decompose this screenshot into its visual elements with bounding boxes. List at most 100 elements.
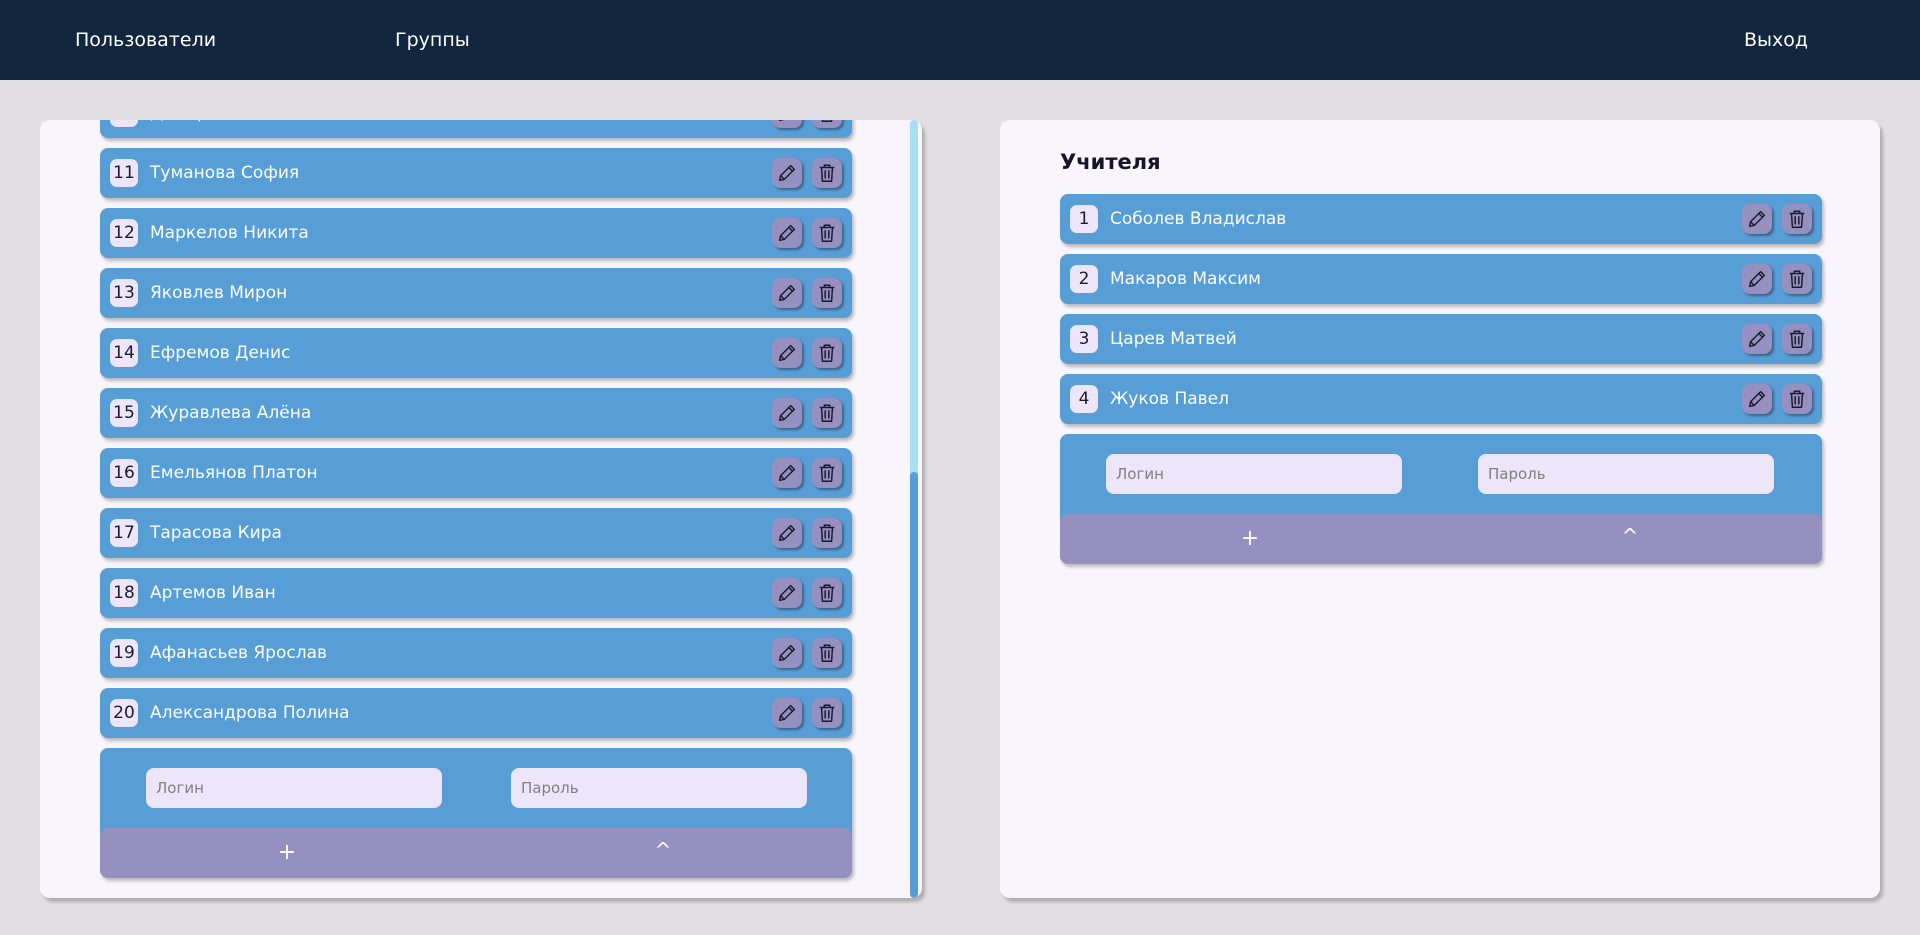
nav-groups-link[interactable]: Группы — [395, 0, 470, 80]
item-name: Журавлева Алёна — [150, 403, 312, 423]
pencil-icon — [776, 222, 798, 244]
edit-button[interactable] — [1742, 384, 1772, 414]
list-item: 14 Ефремов Денис — [100, 328, 852, 378]
collapse-button[interactable]: ^ — [1610, 514, 1650, 564]
logout-link[interactable]: Выход — [1744, 0, 1808, 80]
list-item: 12 Маркелов Никита — [100, 208, 852, 258]
pencil-icon — [776, 402, 798, 424]
edit-button[interactable] — [772, 638, 802, 668]
list-item: 11 Туманова София — [100, 148, 852, 198]
item-name: Жуков Павел — [1110, 389, 1230, 409]
add-button[interactable]: + — [267, 828, 307, 878]
pencil-icon — [776, 162, 798, 184]
item-number: 12 — [110, 219, 138, 247]
add-user-form: +^ — [1060, 434, 1822, 564]
item-name: Соболев Владислав — [1110, 209, 1287, 229]
delete-button[interactable] — [812, 338, 842, 368]
pencil-icon — [1746, 388, 1768, 410]
item-number: 4 — [1070, 385, 1098, 413]
item-name: Маркелов Никита — [150, 223, 309, 243]
item-number: 19 — [110, 639, 138, 667]
students-list[interactable]: 10 Дмитриев Лев 11 Туманова София 12 Маркелов… — [40, 120, 910, 898]
delete-button[interactable] — [812, 518, 842, 548]
list-item: 18 Артемов Иван — [100, 568, 852, 618]
delete-button[interactable] — [812, 638, 842, 668]
edit-button[interactable] — [1742, 324, 1772, 354]
edit-button[interactable] — [772, 518, 802, 548]
edit-button[interactable] — [772, 120, 802, 128]
password-input[interactable] — [511, 768, 807, 808]
edit-button[interactable] — [772, 698, 802, 728]
list-item: 15 Журавлева Алёна — [100, 388, 852, 438]
delete-button[interactable] — [812, 120, 842, 128]
trash-icon — [816, 162, 838, 184]
edit-button[interactable] — [1742, 204, 1772, 234]
form-footer: + ^ — [100, 828, 852, 878]
item-number: 20 — [110, 699, 138, 727]
trash-icon — [816, 642, 838, 664]
pencil-icon — [1746, 268, 1768, 290]
nav-users-link[interactable]: Пользователи — [75, 0, 216, 80]
list-item: 13 Яковлев Мирон — [100, 268, 852, 318]
edit-button[interactable] — [772, 338, 802, 368]
delete-button[interactable] — [812, 458, 842, 488]
teachers-panel: Учителя 1 Соболев Владислав 2 Макаров Макси… — [1000, 120, 1880, 898]
trash-icon — [1786, 208, 1808, 230]
pencil-icon — [776, 342, 798, 364]
list-item: 20 Александрова Полина — [100, 688, 852, 738]
pencil-icon — [776, 582, 798, 604]
pencil-icon — [776, 522, 798, 544]
trash-icon — [1786, 268, 1808, 290]
trash-icon — [816, 702, 838, 724]
pencil-icon — [776, 120, 798, 124]
scrollbar-thumb[interactable] — [910, 472, 918, 898]
delete-button[interactable] — [1782, 384, 1812, 414]
delete-button[interactable] — [1782, 264, 1812, 294]
delete-button[interactable] — [1782, 204, 1812, 234]
item-name: Ефремов Денис — [150, 343, 291, 363]
delete-button[interactable] — [812, 158, 842, 188]
item-number: 17 — [110, 519, 138, 547]
edit-button[interactable] — [772, 278, 802, 308]
edit-button[interactable] — [772, 218, 802, 248]
item-number: 3 — [1070, 325, 1098, 353]
pencil-icon — [776, 702, 798, 724]
item-name: Туманова София — [150, 163, 300, 183]
list-item: 4 Жуков Павел — [1060, 374, 1822, 424]
delete-button[interactable] — [812, 278, 842, 308]
trash-icon — [816, 402, 838, 424]
delete-button[interactable] — [812, 218, 842, 248]
delete-button[interactable] — [1782, 324, 1812, 354]
list-item: 17 Тарасова Кира — [100, 508, 852, 558]
edit-button[interactable] — [772, 398, 802, 428]
students-scrollbar[interactable] — [910, 120, 918, 898]
item-name: Яковлев Мирон — [150, 283, 288, 303]
edit-button[interactable] — [1742, 264, 1772, 294]
item-name: Емельянов Платон — [150, 463, 318, 483]
item-name: Макаров Максим — [1110, 269, 1261, 289]
item-number: 10 — [110, 120, 138, 127]
top-navigation-bar: Пользователи Группы Выход — [0, 0, 1920, 80]
edit-button[interactable] — [772, 158, 802, 188]
trash-icon — [1786, 328, 1808, 350]
add-button[interactable]: + — [1230, 514, 1270, 564]
pencil-icon — [776, 462, 798, 484]
login-input[interactable] — [1106, 454, 1402, 494]
pencil-icon — [776, 642, 798, 664]
collapse-button[interactable]: ^ — [643, 828, 683, 878]
item-number: 18 — [110, 579, 138, 607]
item-number: 1 — [1070, 205, 1098, 233]
item-name: Александрова Полина — [150, 703, 350, 723]
delete-button[interactable] — [812, 578, 842, 608]
edit-button[interactable] — [772, 578, 802, 608]
trash-icon — [816, 222, 838, 244]
trash-icon — [816, 342, 838, 364]
delete-button[interactable] — [812, 698, 842, 728]
password-input[interactable] — [1478, 454, 1774, 494]
add-user-form: +^ — [100, 748, 852, 878]
edit-button[interactable] — [772, 458, 802, 488]
item-number: 15 — [110, 399, 138, 427]
item-number: 2 — [1070, 265, 1098, 293]
delete-button[interactable] — [812, 398, 842, 428]
login-input[interactable] — [146, 768, 442, 808]
